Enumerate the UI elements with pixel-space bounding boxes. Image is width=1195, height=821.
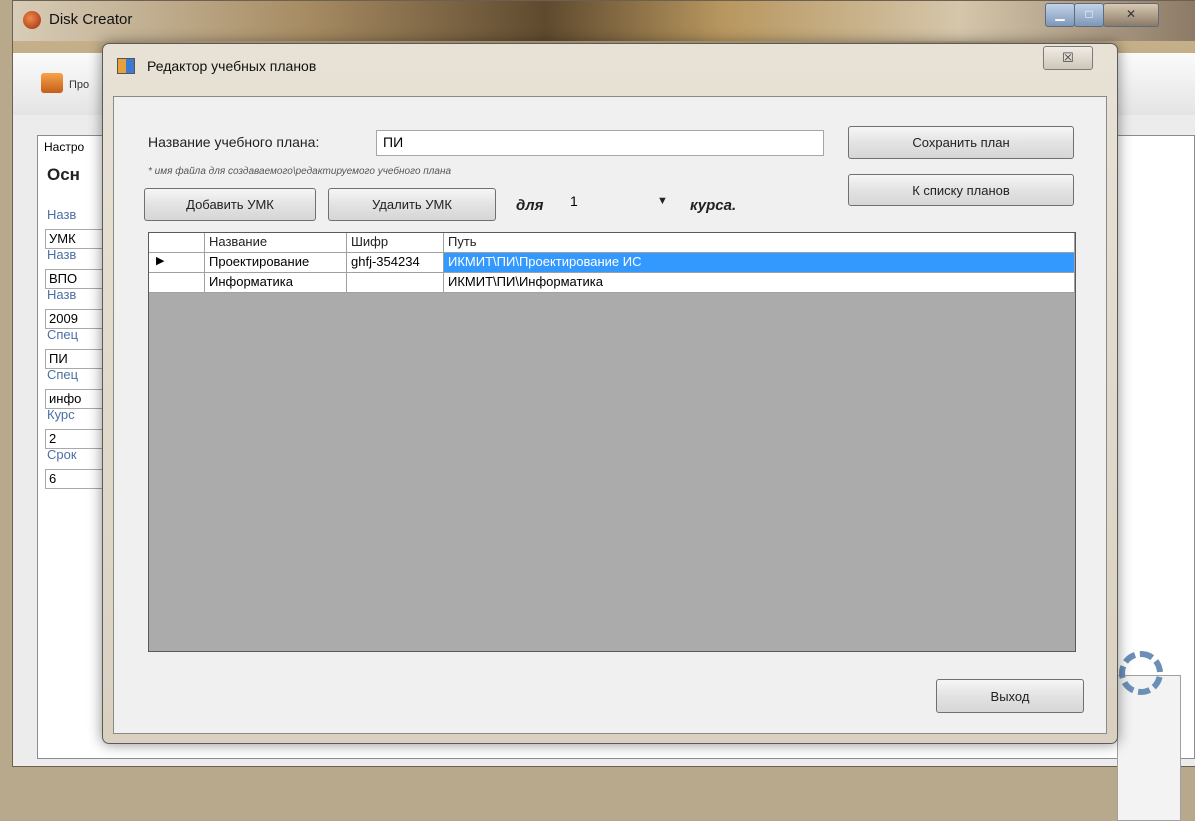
save-plan-button[interactable]: Сохранить план (848, 126, 1074, 159)
grid-column-header[interactable]: Название (205, 233, 347, 253)
umk-grid[interactable]: Название Шифр Путь ▶ Проектирование ghfj-3542… (148, 232, 1076, 652)
grid-column-header[interactable]: Путь (444, 233, 1075, 253)
curriculum-editor-dialog: Редактор учебных планов ☒ Название учебн… (102, 43, 1118, 744)
grid-cell-name[interactable]: Проектирование (205, 253, 347, 273)
main-close-button[interactable]: ✕ (1103, 3, 1159, 27)
grid-cell-code[interactable] (347, 273, 444, 293)
main-field-label: Спец (47, 327, 79, 342)
course-select[interactable]: 1 ▼ (566, 190, 678, 218)
grid-column-header[interactable]: Шифр (347, 233, 444, 253)
chevron-down-icon[interactable]: ▼ (657, 195, 668, 207)
section-heading: Осн (47, 165, 80, 184)
plans-list-button[interactable]: К списку планов (848, 174, 1074, 206)
table-row[interactable]: ▶ Проектирование ghfj-354234 ИКМИТ\ПИ\Проек… (149, 253, 1075, 273)
maximize-button[interactable]: □ (1074, 3, 1104, 27)
add-umk-button[interactable]: Добавить УМК (144, 188, 316, 221)
gear-icon (1119, 651, 1163, 695)
dialog-close-button[interactable]: ☒ (1043, 46, 1093, 70)
grid-cell-path[interactable]: ИКМИТ\ПИ\Проектирование ИС (444, 253, 1075, 273)
app-icon (23, 11, 41, 29)
main-field-label: Срок (47, 447, 77, 462)
grid-cell-name[interactable]: Информатика (205, 273, 347, 293)
right-panel (1117, 675, 1181, 821)
dialog-client-area: Название учебного плана: ПИ * имя файла … (113, 96, 1107, 734)
main-field-label: Курс (47, 407, 75, 422)
main-window-title: Disk Creator (49, 11, 133, 28)
home-icon[interactable] (41, 73, 63, 93)
grid-cell-path[interactable]: ИКМИТ\ПИ\Информатика (444, 273, 1075, 293)
dialog-app-icon (117, 58, 135, 74)
main-field-label: Назв (47, 287, 77, 302)
exit-button[interactable]: Выход (936, 679, 1084, 713)
toolbar-left-label[interactable]: Про (69, 79, 89, 91)
main-field-label: Назв (47, 207, 77, 222)
main-titlebar: Disk Creator ▁ □ ✕ (13, 1, 1195, 41)
minimize-button[interactable]: ▁ (1045, 3, 1075, 27)
table-row[interactable]: Информатика ИКМИТ\ПИ\Информатика (149, 273, 1075, 293)
course-select-value: 1 (570, 193, 578, 209)
plan-name-hint: * имя файла для создаваемого\редактируем… (148, 166, 452, 177)
grid-header-row: Название Шифр Путь (149, 233, 1075, 253)
delete-umk-button[interactable]: Удалить УМК (328, 188, 496, 221)
for-label: для (516, 197, 544, 214)
plan-name-input[interactable]: ПИ (376, 130, 824, 156)
grid-cell-code[interactable]: ghfj-354234 (347, 253, 444, 273)
row-indicator-icon[interactable]: ▶ (149, 253, 205, 273)
plan-name-label: Название учебного плана: (148, 134, 320, 150)
row-indicator-icon[interactable] (149, 273, 205, 293)
dialog-title: Редактор учебных планов (147, 58, 317, 74)
grid-corner-cell[interactable] (149, 233, 205, 253)
main-field-label: Назв (47, 247, 77, 262)
course-label: курса. (690, 197, 737, 214)
main-field-label: Спец (47, 367, 79, 382)
